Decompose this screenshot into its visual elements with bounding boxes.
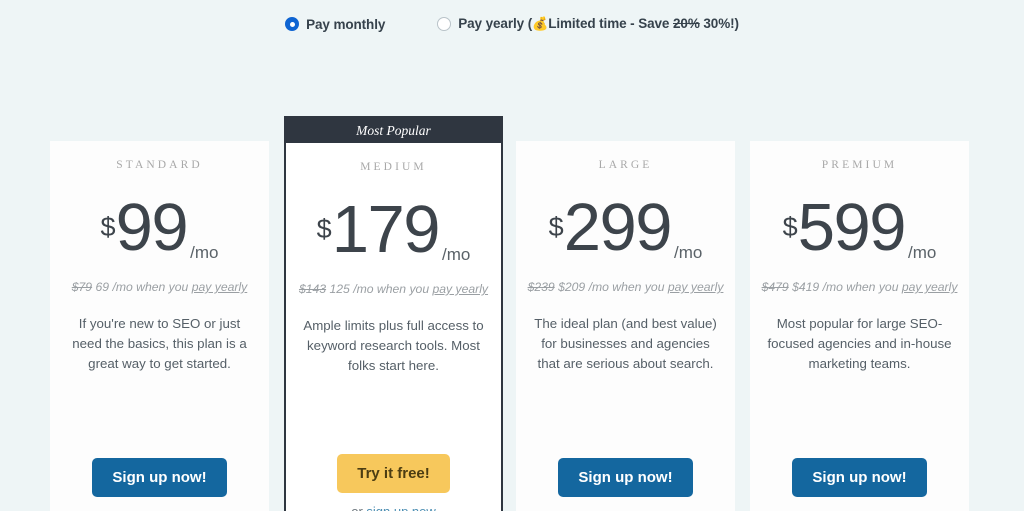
yearly-price-note-premium: $479 $419 /mo when you pay yearly: [762, 279, 958, 297]
signup-button-standard[interactable]: Sign up now!: [92, 458, 226, 497]
currency-symbol: $: [101, 214, 116, 241]
pricing-card-standard[interactable]: STANDARD $ 99 /mo $79 69 /mo when you pa…: [50, 141, 269, 511]
yearly-old-price: $143: [299, 282, 326, 296]
radio-yearly-new-discount: 30%!): [700, 16, 739, 31]
cta-wrap-standard: Sign up now!: [70, 458, 249, 511]
radio-yearly-icon[interactable]: [437, 17, 451, 31]
card-body-premium: PREMIUM $ 599 /mo $479 $419 /mo when you…: [760, 141, 959, 511]
pricing-card-medium[interactable]: Most Popular MEDIUM $ 179 /mo $143 125 /…: [284, 116, 503, 511]
yearly-price-note-large: $239 $209 /mo when you pay yearly: [528, 279, 724, 297]
money-bag-icon: 💰: [532, 16, 548, 31]
currency-symbol: $: [317, 216, 332, 243]
currency-symbol: $: [783, 214, 798, 241]
signup-now-link[interactable]: sign up now: [366, 504, 435, 511]
card-body-medium: MEDIUM $ 179 /mo $143 125 /mo when you p…: [286, 143, 501, 511]
radio-monthly-icon[interactable]: [285, 17, 299, 31]
signup-button-premium[interactable]: Sign up now!: [792, 458, 926, 497]
pay-yearly-link[interactable]: pay yearly: [192, 280, 248, 294]
price-amount: 179: [332, 199, 439, 261]
yearly-new-price: 125: [329, 282, 349, 296]
cta-wrap-large: Sign up now!: [536, 458, 715, 511]
radio-monthly-label: Pay monthly: [306, 17, 385, 32]
billing-period-toggle: Pay monthly Pay yearly (💰Limited time - …: [0, 0, 1024, 42]
card-body-standard: STANDARD $ 99 /mo $79 69 /mo when you pa…: [60, 141, 259, 511]
radio-yearly-old-discount: 20%: [673, 16, 700, 31]
secondary-signup-medium: or sign up now: [351, 504, 436, 511]
pay-yearly-link[interactable]: pay yearly: [432, 282, 488, 296]
yearly-price-note-medium: $143 125 /mo when you pay yearly: [296, 281, 492, 299]
try-free-button-medium[interactable]: Try it free!: [337, 454, 450, 493]
currency-symbol: $: [549, 214, 564, 241]
price-amount: 99: [116, 197, 188, 259]
plan-name-standard: STANDARD: [116, 159, 203, 171]
pricing-cards-row: STANDARD $ 99 /mo $79 69 /mo when you pa…: [0, 42, 1024, 502]
yearly-new-price: $419: [792, 280, 819, 294]
radio-yearly-prefix: Pay yearly (: [458, 16, 532, 31]
yearly-suffix: /mo when you: [112, 280, 191, 294]
yearly-suffix: /mo when you: [589, 280, 668, 294]
price-period: /mo: [908, 243, 936, 263]
plan-description-large: The ideal plan (and best value) for busi…: [531, 314, 721, 375]
plan-name-premium: PREMIUM: [822, 159, 897, 171]
yearly-old-price: $479: [762, 280, 789, 294]
yearly-suffix: /mo when you: [823, 280, 902, 294]
plan-name-medium: MEDIUM: [360, 161, 427, 173]
yearly-price-note-standard: $79 69 /mo when you pay yearly: [62, 279, 258, 297]
secondary-prefix: or: [351, 504, 366, 511]
yearly-new-price: 69: [95, 280, 109, 294]
price-period: /mo: [190, 243, 218, 263]
plan-name-large: LARGE: [599, 159, 653, 171]
price-block-medium: $ 179 /mo: [296, 199, 491, 271]
signup-button-large[interactable]: Sign up now!: [558, 458, 692, 497]
price-period: /mo: [442, 245, 470, 265]
price-block-standard: $ 99 /mo: [70, 197, 249, 269]
radio-option-pay-yearly[interactable]: Pay yearly (💰Limited time - Save 20% 30%…: [437, 16, 739, 32]
price-block-large: $ 299 /mo: [536, 197, 715, 269]
price-block-premium: $ 599 /mo: [770, 197, 949, 269]
yearly-old-price: $79: [72, 280, 92, 294]
most-popular-banner: Most Popular: [286, 118, 501, 143]
card-body-large: LARGE $ 299 /mo $239 $209 /mo when you p…: [526, 141, 725, 511]
price-amount: 299: [564, 197, 671, 259]
plan-description-medium: Ample limits plus full access to keyword…: [299, 316, 489, 377]
radio-option-pay-monthly[interactable]: Pay monthly: [285, 17, 385, 32]
radio-yearly-label: Pay yearly (💰Limited time - Save 20% 30%…: [458, 16, 739, 32]
yearly-new-price: $209: [558, 280, 585, 294]
yearly-suffix: /mo when you: [353, 282, 432, 296]
yearly-old-price: $239: [528, 280, 555, 294]
pricing-card-large[interactable]: LARGE $ 299 /mo $239 $209 /mo when you p…: [516, 141, 735, 511]
price-period: /mo: [674, 243, 702, 263]
plan-description-premium: Most popular for large SEO-focused agenc…: [765, 314, 955, 375]
plan-description-standard: If you're new to SEO or just need the ba…: [65, 314, 255, 375]
pay-yearly-link[interactable]: pay yearly: [902, 280, 958, 294]
price-amount: 599: [798, 197, 905, 259]
radio-yearly-mid: Limited time - Save: [548, 16, 673, 31]
cta-wrap-premium: Sign up now!: [770, 458, 949, 511]
pay-yearly-link[interactable]: pay yearly: [668, 280, 724, 294]
cta-wrap-medium: Try it free! or sign up now: [296, 454, 491, 511]
pricing-card-premium[interactable]: PREMIUM $ 599 /mo $479 $419 /mo when you…: [750, 141, 969, 511]
